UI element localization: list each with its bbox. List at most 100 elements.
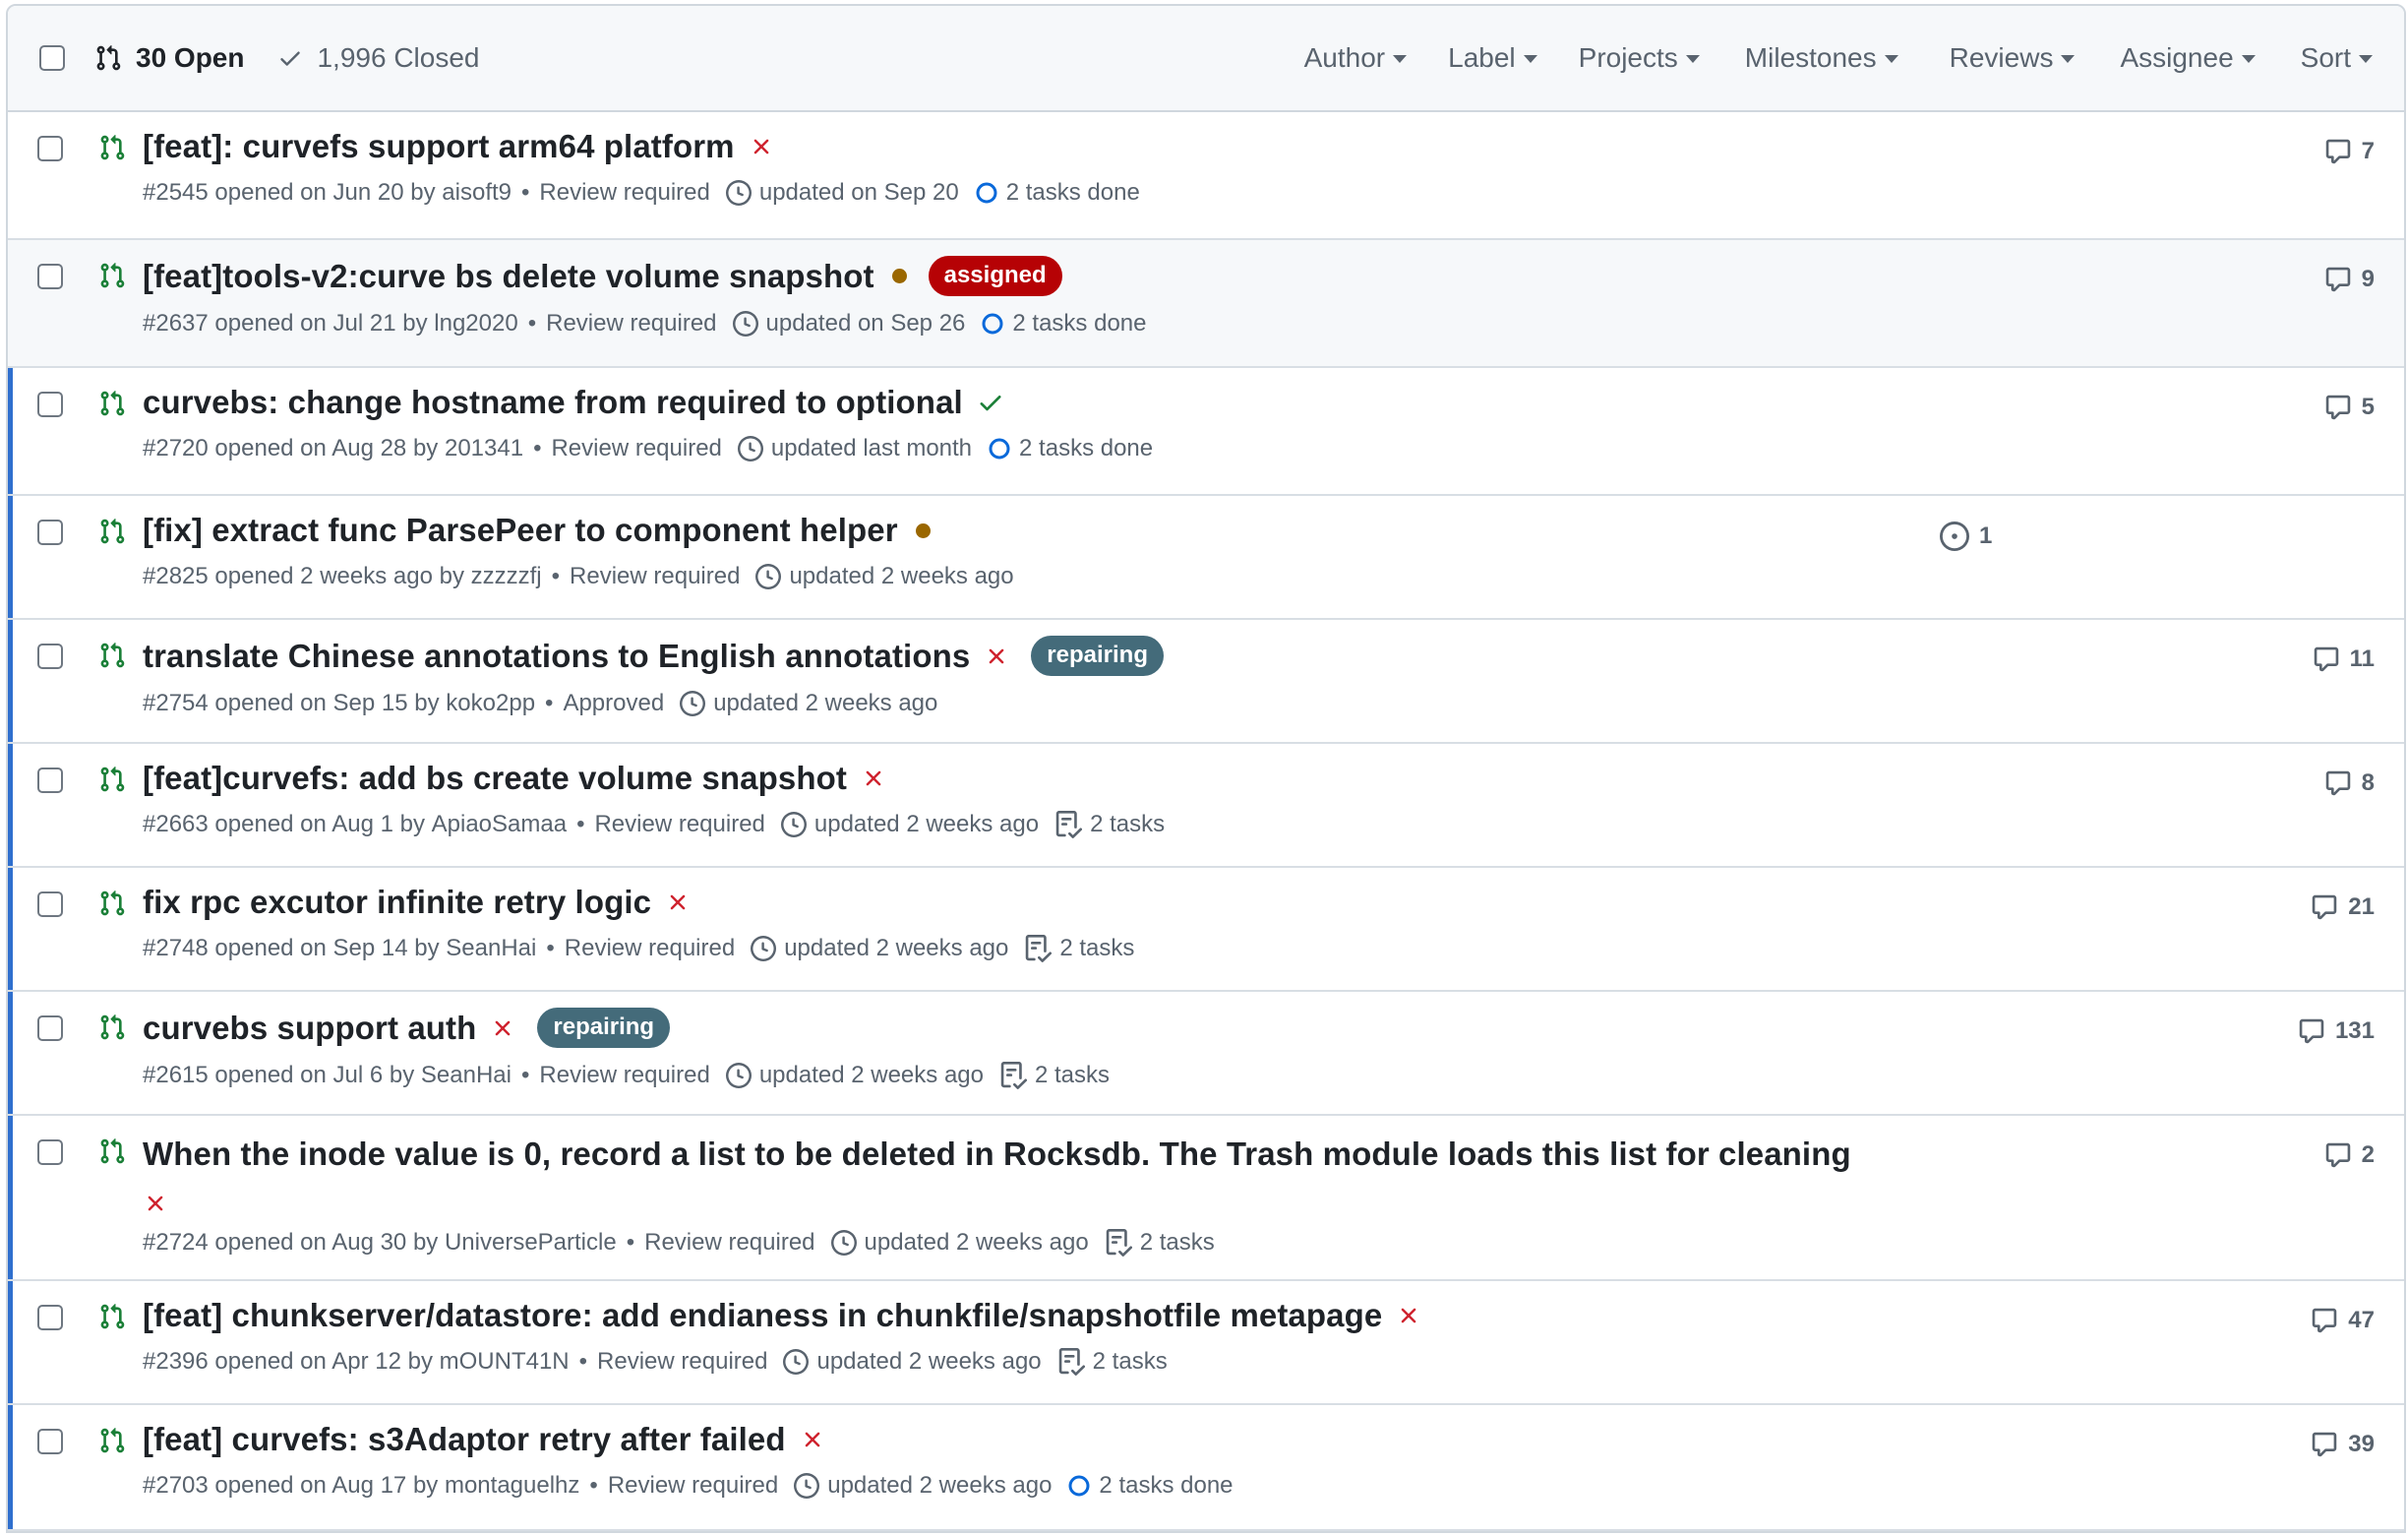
ci-failure-x-icon[interactable]: [143, 1191, 168, 1216]
review-status-link[interactable]: Review required: [570, 563, 740, 590]
milestones-filter[interactable]: Milestones: [1745, 42, 1898, 74]
author-link[interactable]: ApiaoSamaa: [432, 811, 567, 838]
author-filter[interactable]: Author: [1304, 42, 1408, 74]
author-link[interactable]: koko2pp: [446, 690, 535, 717]
tasks-text[interactable]: 2 tasks done: [1012, 310, 1146, 338]
review-status-link[interactable]: Review required: [539, 179, 709, 207]
tasks-text[interactable]: 2 tasks: [1035, 1062, 1110, 1089]
pr-title-link[interactable]: [feat]: curvefs support arm64 platform: [143, 128, 735, 165]
comments-link[interactable]: 47: [2311, 1307, 2375, 1334]
closed-filter-tab[interactable]: 1,996 Closed: [277, 42, 480, 74]
label-assigned[interactable]: assigned: [928, 256, 1062, 296]
author-link[interactable]: SeanHai: [446, 935, 536, 962]
pr-title-link[interactable]: translate Chinese annotations to English…: [143, 638, 970, 675]
author-link[interactable]: 201341: [445, 435, 523, 462]
comments-link[interactable]: 39: [2311, 1431, 2375, 1458]
comment-icon: [2325, 770, 2350, 796]
pr-title-link[interactable]: When the inode value is 0, record a list…: [143, 1136, 1851, 1172]
tasks-text[interactable]: 2 tasks done: [1099, 1472, 1233, 1500]
review-status-link[interactable]: Review required: [594, 811, 764, 838]
filter-bar: Author Label Projects Milestones Reviews…: [1304, 6, 2404, 110]
open-filter-tab[interactable]: 30 Open: [94, 42, 244, 74]
pr-select-checkbox[interactable]: [37, 768, 63, 793]
pr-select-checkbox[interactable]: [37, 136, 63, 161]
ci-failure-x-icon[interactable]: [490, 1015, 515, 1041]
pr-title-link[interactable]: [feat]tools-v2:curve bs delete volume sn…: [143, 258, 874, 295]
pr-number: #2724: [143, 1229, 209, 1256]
linked-issues-count: 1: [1979, 522, 1993, 549]
comments-link[interactable]: 9: [2324, 266, 2375, 293]
comments-link[interactable]: 2: [2324, 1141, 2375, 1169]
pr-select-checkbox[interactable]: [37, 1139, 63, 1165]
review-status-link[interactable]: Review required: [644, 1229, 814, 1257]
comments-link[interactable]: 131: [2298, 1017, 2375, 1045]
label-repairing[interactable]: repairing: [537, 1008, 671, 1048]
assignee-filter[interactable]: Assignee: [2120, 42, 2256, 74]
review-status-link[interactable]: Review required: [597, 1348, 767, 1376]
clock-icon: [780, 812, 807, 837]
review-status-link[interactable]: Review required: [565, 935, 735, 962]
ci-failure-x-icon[interactable]: [800, 1427, 825, 1452]
ci-failure-x-icon[interactable]: [665, 890, 691, 915]
tasks-text[interactable]: 2 tasks: [1093, 1348, 1168, 1376]
author-link[interactable]: mOUNT41N: [440, 1348, 570, 1376]
ci-failure-x-icon[interactable]: [861, 766, 886, 791]
ci-failure-x-icon[interactable]: [984, 644, 1009, 669]
pr-title-link[interactable]: [feat] chunkserver/datastore: add endian…: [143, 1297, 1382, 1334]
ci-failure-x-icon[interactable]: [749, 134, 774, 159]
comments-link[interactable]: 8: [2324, 769, 2375, 797]
label-filter[interactable]: Label: [1448, 42, 1537, 74]
comment-count: 47: [2348, 1307, 2375, 1333]
review-status-link[interactable]: Review required: [608, 1472, 778, 1500]
author-link[interactable]: aisoft9: [442, 179, 512, 207]
pr-title-link[interactable]: [feat] curvefs: s3Adaptor retry after fa…: [143, 1421, 786, 1458]
tasks-text[interactable]: 2 tasks: [1059, 935, 1134, 962]
linked-issues-link[interactable]: 1: [1940, 522, 1992, 551]
review-status-link[interactable]: Review required: [546, 310, 716, 338]
pr-select-checkbox[interactable]: [37, 520, 63, 545]
author-link[interactable]: zzzzzfj: [471, 563, 542, 590]
tasks-text[interactable]: 2 tasks: [1090, 811, 1165, 838]
author-link[interactable]: SeanHai: [421, 1062, 512, 1089]
pr-select-checkbox[interactable]: [37, 1305, 63, 1330]
comments-link[interactable]: 11: [2313, 645, 2375, 673]
comments-link[interactable]: 7: [2324, 138, 2375, 165]
projects-filter[interactable]: Projects: [1579, 42, 1700, 74]
checklist-icon: [999, 1062, 1027, 1089]
pr-select-checkbox[interactable]: [37, 1015, 63, 1041]
comments-link[interactable]: 5: [2324, 394, 2375, 421]
pr-title-link[interactable]: curvebs support auth: [143, 1010, 476, 1047]
ci-pending-dot-icon[interactable]: [915, 522, 931, 538]
pull-request-list: 30 Open 1,996 Closed Author Label Projec…: [6, 4, 2406, 1533]
pull-request-icon: [100, 767, 125, 792]
comment-count: 21: [2348, 893, 2375, 920]
pr-row: [fix] extract func ParsePeer to componen…: [8, 496, 2404, 620]
pr-select-checkbox[interactable]: [37, 891, 63, 917]
author-link[interactable]: montaguelhz: [445, 1472, 579, 1500]
tasks-text[interactable]: 2 tasks done: [1019, 435, 1153, 462]
review-status-link[interactable]: Review required: [551, 435, 721, 462]
author-link[interactable]: UniverseParticle: [445, 1229, 617, 1257]
select-all-checkbox[interactable]: [39, 45, 65, 71]
pr-select-checkbox[interactable]: [37, 392, 63, 417]
pr-select-checkbox[interactable]: [37, 644, 63, 669]
comments-link[interactable]: 21: [2311, 893, 2375, 921]
label-repairing[interactable]: repairing: [1031, 636, 1164, 676]
pr-title-link[interactable]: [fix] extract func ParsePeer to componen…: [143, 512, 898, 549]
pr-select-checkbox[interactable]: [37, 264, 63, 289]
ci-failure-x-icon[interactable]: [1396, 1303, 1421, 1328]
author-link[interactable]: lng2020: [434, 310, 517, 338]
sort-filter[interactable]: Sort: [2301, 42, 2373, 74]
pr-title-link[interactable]: fix rpc excutor infinite retry logic: [143, 884, 651, 921]
pr-title-link[interactable]: [feat]curvefs: add bs create volume snap…: [143, 760, 847, 797]
review-status-link[interactable]: Review required: [539, 1062, 709, 1089]
ci-success-check-icon[interactable]: [977, 389, 1004, 416]
ci-pending-dot-icon[interactable]: [891, 269, 907, 283]
tasks-text[interactable]: 2 tasks: [1140, 1229, 1215, 1257]
review-status-link[interactable]: Approved: [563, 690, 664, 717]
pr-title-link[interactable]: curvebs: change hostname from required t…: [143, 384, 963, 421]
tasks-text[interactable]: 2 tasks done: [1006, 179, 1140, 207]
checklist-icon: [1057, 1348, 1085, 1376]
reviews-filter[interactable]: Reviews: [1950, 42, 2076, 74]
pr-select-checkbox[interactable]: [37, 1429, 63, 1454]
